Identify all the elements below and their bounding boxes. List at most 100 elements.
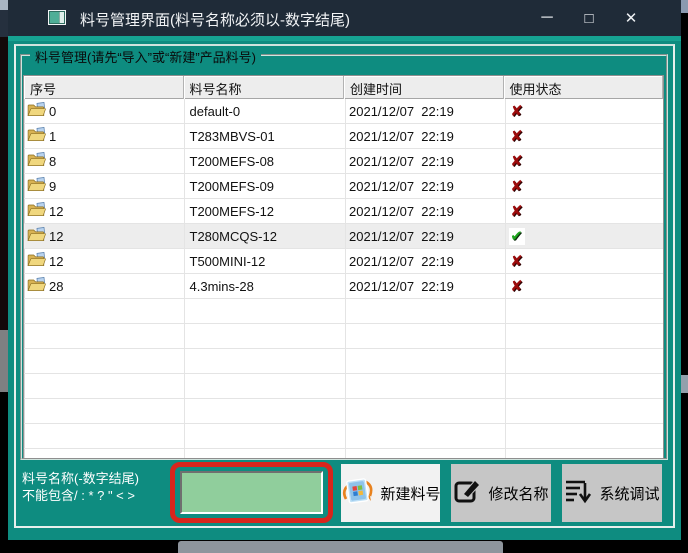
row-created: 2021/12/07 22:19 (349, 104, 454, 119)
table-row[interactable]: 0 default-0 2021/12/07 22:19 ✘ (24, 99, 663, 124)
table-row[interactable]: 8 T200MEFS-08 2021/12/07 22:19 ✘ (24, 149, 663, 174)
background-window-fragment (0, 0, 8, 10)
table-row[interactable]: 28 4.3mins-28 2021/12/07 22:19 ✘ (24, 274, 663, 299)
material-table: 序号 料号名称 创建时间 使用状态 0 default-0 2021/12/0 (23, 75, 664, 459)
row-created: 2021/12/07 22:19 (349, 154, 454, 169)
folder-icon (27, 277, 46, 295)
status-cell: ✘ (504, 274, 664, 298)
table-empty-row (24, 349, 663, 374)
folder-icon (27, 227, 46, 245)
name-cell: default-0 (184, 99, 345, 123)
name-cell: T200MEFS-09 (184, 174, 345, 198)
column-header-index[interactable]: 序号 (24, 76, 184, 99)
index-cell: 8 (24, 149, 184, 173)
row-created: 2021/12/07 22:19 (349, 229, 454, 244)
created-cell: 2021/12/07 22:19 (344, 99, 504, 123)
row-index: 1 (49, 129, 56, 144)
index-cell: 0 (24, 99, 184, 123)
table-row[interactable]: 9 T200MEFS-09 2021/12/07 22:19 ✘ (24, 174, 663, 199)
folder-icon (27, 102, 46, 120)
status-cell: ✘ (504, 99, 664, 123)
system-debug-button[interactable]: 系统调试 (562, 464, 662, 522)
folder-icon (27, 177, 46, 195)
row-created: 2021/12/07 22:19 (349, 129, 454, 144)
row-name: T200MEFS-08 (190, 154, 275, 169)
rename-label: 修改名称 (488, 483, 548, 504)
status-inactive-icon: ✘ (509, 128, 525, 145)
table-empty-row (24, 324, 663, 349)
row-index: 28 (49, 279, 63, 294)
column-header-status[interactable]: 使用状态 (504, 76, 664, 99)
table-row[interactable]: 12 T200MEFS-12 2021/12/07 22:19 ✘ (24, 199, 663, 224)
name-cell: T200MEFS-08 (184, 149, 345, 173)
status-cell: ✘ (504, 149, 664, 173)
row-created: 2021/12/07 22:19 (349, 279, 454, 294)
material-name-input[interactable] (180, 471, 323, 514)
hint-line2: 不能包含/ : * ? " < > (22, 487, 139, 504)
column-header-created[interactable]: 创建时间 (344, 76, 504, 99)
status-cell: ✘ (504, 199, 664, 223)
folder-icon (27, 202, 46, 220)
name-cell: T280MCQS-12 (184, 224, 345, 248)
system-debug-label: 系统调试 (599, 483, 659, 504)
rename-button[interactable]: 修改名称 (451, 464, 551, 522)
row-index: 12 (49, 204, 63, 219)
list-download-icon (564, 477, 592, 509)
table-empty-row (24, 424, 663, 449)
minimize-button[interactable]: ─ (530, 0, 564, 36)
index-cell: 28 (24, 274, 184, 298)
status-inactive-icon: ✘ (509, 153, 525, 170)
index-cell: 12 (24, 224, 184, 248)
new-material-button[interactable]: 新建料号 (341, 464, 440, 522)
index-cell: 12 (24, 199, 184, 223)
created-cell: 2021/12/07 22:19 (344, 149, 504, 173)
row-name: T283MBVS-01 (190, 129, 275, 144)
groupbox-label: 料号管理(请先“导入”或“新建”产品料号) (30, 47, 261, 66)
name-cell: 4.3mins-28 (184, 274, 345, 298)
titlebar: 料号管理界面(料号名称必须以-数字结尾) ─ □ ✕ (8, 0, 681, 36)
row-index: 12 (49, 254, 63, 269)
folder-icon (27, 252, 46, 270)
row-created: 2021/12/07 22:19 (349, 204, 454, 219)
table-empty-row (24, 399, 663, 424)
created-cell: 2021/12/07 22:19 (344, 249, 504, 273)
column-divider (345, 99, 346, 459)
app-form-icon (48, 10, 66, 25)
index-cell: 1 (24, 124, 184, 148)
edit-pencil-icon (453, 477, 481, 509)
column-divider (505, 99, 506, 459)
table-empty-row (24, 374, 663, 399)
folder-icon (27, 127, 46, 145)
background-window-fragment (0, 10, 8, 37)
name-cell: T283MBVS-01 (184, 124, 345, 148)
index-cell: 9 (24, 174, 184, 198)
status-inactive-icon: ✘ (509, 203, 525, 220)
desktop: 料号管理界面(料号名称必须以-数字结尾) ─ □ ✕ 料号管理(请先“导入”或“… (0, 0, 688, 553)
row-index: 9 (49, 179, 56, 194)
index-cell: 12 (24, 249, 184, 273)
created-cell: 2021/12/07 22:19 (344, 124, 504, 148)
table-header: 序号 料号名称 创建时间 使用状态 (24, 76, 663, 99)
row-name: T500MINI-12 (190, 254, 266, 269)
table-row[interactable]: 1 T283MBVS-01 2021/12/07 22:19 ✘ (24, 124, 663, 149)
table-row[interactable]: 12 T280MCQS-12 2021/12/07 22:19 ✔ (24, 224, 663, 249)
row-name: default-0 (190, 104, 241, 119)
row-name: T200MEFS-09 (190, 179, 275, 194)
status-cell: ✔ (504, 224, 664, 248)
created-cell: 2021/12/07 22:19 (344, 274, 504, 298)
row-index: 12 (49, 229, 63, 244)
status-active-icon: ✔ (509, 228, 525, 245)
titlebar-accent-strip (8, 36, 681, 41)
row-name: T280MCQS-12 (190, 229, 277, 244)
column-header-name[interactable]: 料号名称 (184, 76, 345, 99)
column-divider (184, 99, 185, 459)
background-window-fragment (681, 375, 688, 393)
status-cell: ✘ (504, 174, 664, 198)
maximize-button[interactable]: □ (572, 0, 606, 36)
name-rule-hint: 料号名称(-数字结尾) 不能包含/ : * ? " < > (22, 470, 139, 504)
row-name: T200MEFS-12 (190, 204, 275, 219)
new-material-icon (341, 476, 374, 511)
background-window-fragment (0, 330, 8, 392)
table-row[interactable]: 12 T500MINI-12 2021/12/07 22:19 ✘ (24, 249, 663, 274)
close-button[interactable]: ✕ (614, 0, 648, 36)
